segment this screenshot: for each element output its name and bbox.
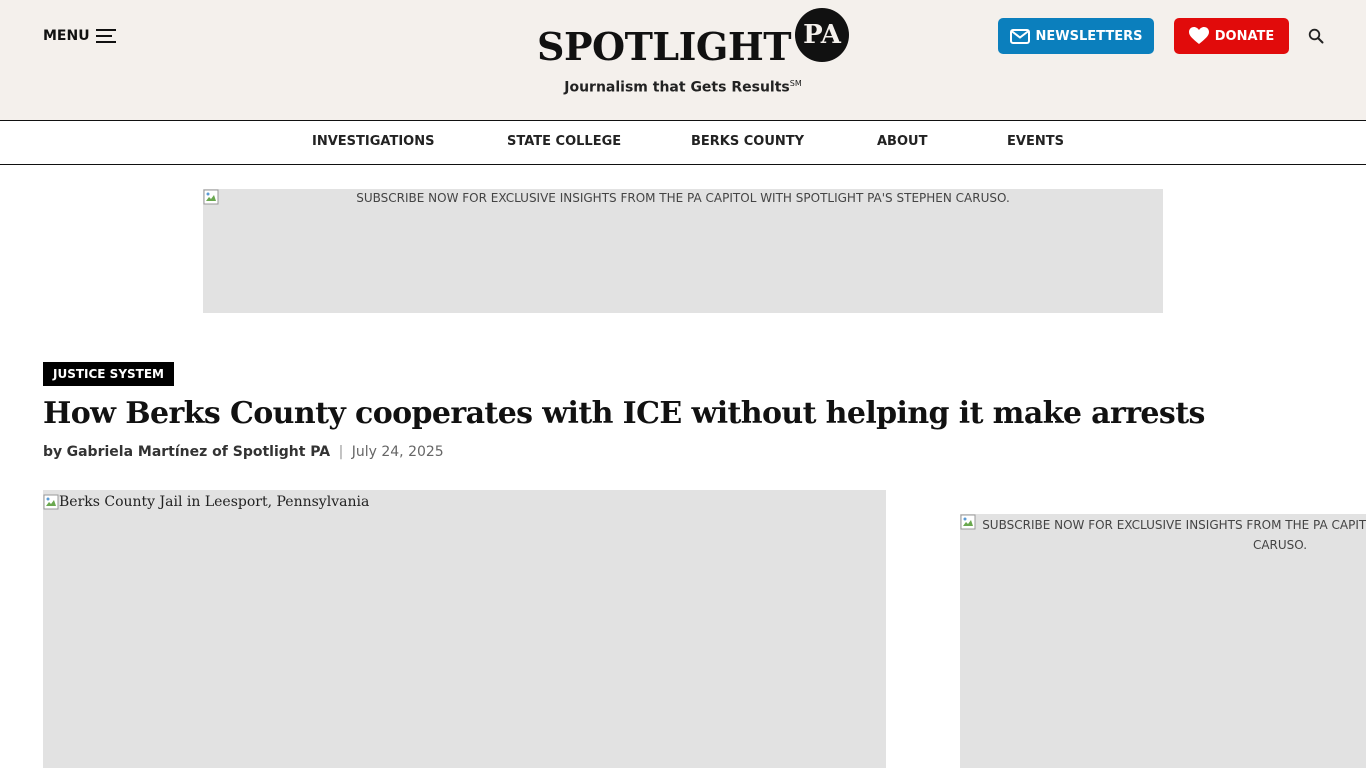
nav-item-berks-county[interactable]: BERKS COUNTY [691, 134, 804, 149]
newsletters-label: NEWSLETTERS [1035, 28, 1143, 44]
sidebar-subscribe-ad[interactable]: SUBSCRIBE NOW FOR EXCLUSIVE INSIGHTS FRO… [960, 514, 1366, 768]
menu-button[interactable]: MENU [43, 26, 116, 46]
broken-image-icon [43, 494, 59, 510]
newsletters-button[interactable]: NEWSLETTERS [998, 18, 1154, 54]
menu-label: MENU [43, 28, 90, 44]
search-icon[interactable] [1308, 28, 1324, 44]
hero-image-alt-text: Berks County Jail in Leesport, Pennsylva… [59, 494, 370, 510]
side-ad-alt-text: SUBSCRIBE NOW FOR EXCLUSIVE INSIGHTS FRO… [982, 518, 1366, 552]
nav-item-investigations[interactable]: INVESTIGATIONS [312, 134, 434, 149]
heart-icon [1188, 27, 1209, 44]
site-tagline: Journalism that Gets ResultsSM [0, 79, 1366, 96]
nav-item-about[interactable]: ABOUT [877, 134, 927, 149]
ad-banner-alt-text: SUBSCRIBE NOW FOR EXCLUSIVE INSIGHTS FRO… [356, 191, 1010, 205]
site-logo[interactable]: SPOTLIGHT PA [537, 8, 850, 69]
main-nav: INVESTIGATIONS STATE COLLEGE BERKS COUNT… [0, 120, 1366, 165]
byline-separator: | [338, 444, 344, 460]
category-tag[interactable]: JUSTICE SYSTEM [43, 362, 174, 386]
service-mark: SM [789, 79, 802, 88]
logo-wordmark: SPOTLIGHT [537, 24, 792, 69]
donate-label: DONATE [1214, 28, 1275, 44]
author-link[interactable]: Gabriela Martínez of Spotlight PA [67, 444, 331, 460]
donate-button[interactable]: DONATE [1174, 18, 1289, 54]
logo-badge: PA [795, 8, 850, 62]
nav-item-events[interactable]: EVENTS [1007, 134, 1064, 149]
hero-image: Berks County Jail in Leesport, Pennsylva… [43, 490, 886, 768]
article-headline: How Berks County cooperates with ICE wit… [43, 396, 1205, 431]
subscribe-ad-banner[interactable]: SUBSCRIBE NOW FOR EXCLUSIVE INSIGHTS FRO… [203, 189, 1163, 313]
publish-date: July 24, 2025 [351, 444, 444, 460]
envelope-icon [1009, 28, 1030, 44]
byline-prefix: by [43, 444, 63, 460]
tagline-text: Journalism that Gets Results [564, 79, 790, 96]
nav-item-state-college[interactable]: STATE COLLEGE [507, 134, 621, 149]
site-header: MENU SPOTLIGHT PA Journalism that Gets R… [0, 0, 1366, 120]
hamburger-icon [95, 29, 116, 43]
article-byline: by Gabriela Martínez of Spotlight PA | J… [43, 444, 444, 460]
